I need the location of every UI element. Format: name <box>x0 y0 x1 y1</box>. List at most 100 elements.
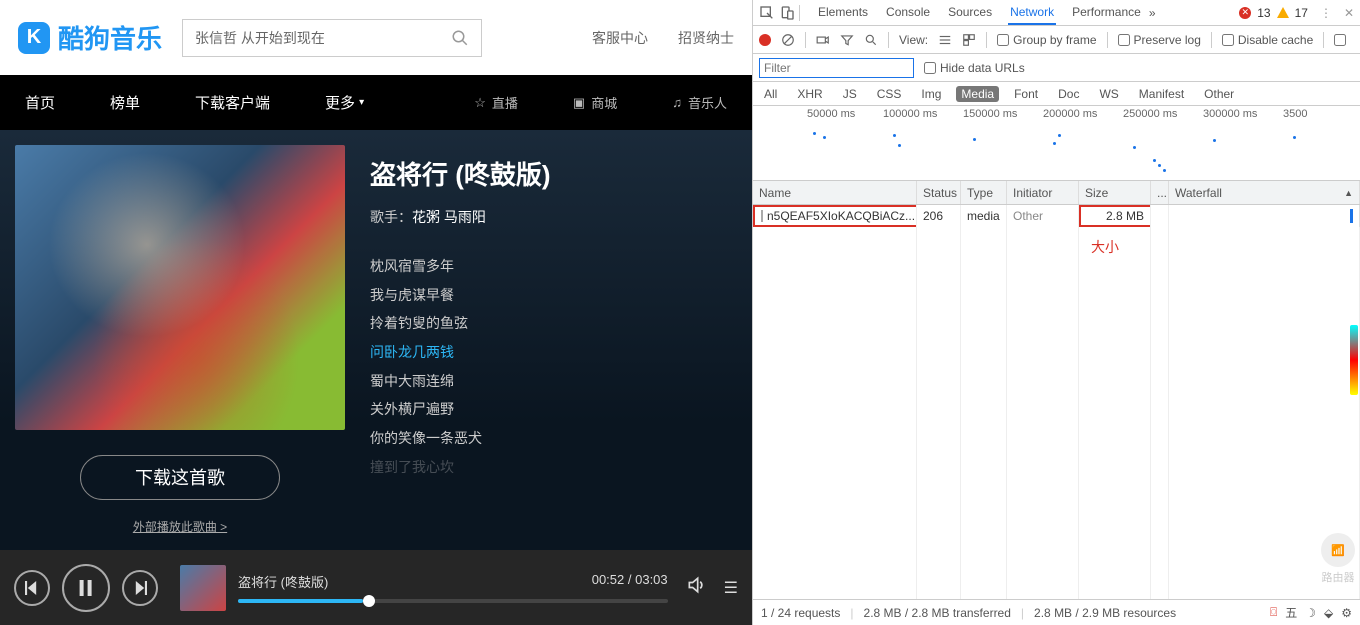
lyric-line: 关外横尸遍野 <box>370 395 551 424</box>
tab-console[interactable]: Console <box>884 1 932 25</box>
devtools-statusbar: 1 / 24 requests | 2.8 MB / 2.8 MB transf… <box>753 599 1360 625</box>
site-logo[interactable]: K 酷狗音乐 <box>18 19 162 56</box>
timeline-dot <box>1293 136 1296 139</box>
external-play-link[interactable]: 外部播放此歌曲 > <box>133 518 227 535</box>
offline-checkbox[interactable] <box>1334 34 1346 46</box>
nav-mall[interactable]: ▣ 商城 <box>573 93 617 112</box>
devtools-menu-icon[interactable]: ⋮ <box>1320 6 1332 20</box>
pause-button[interactable] <box>62 564 110 612</box>
filter-icon[interactable] <box>840 33 854 47</box>
nav-musician[interactable]: ♫ 音乐人 <box>672 93 727 112</box>
filter-doc[interactable]: Doc <box>1053 86 1084 102</box>
filter-js[interactable]: JS <box>838 86 862 102</box>
tab-sources[interactable]: Sources <box>946 1 994 25</box>
view-frame-icon[interactable] <box>962 33 976 47</box>
view-list-icon[interactable] <box>938 33 952 47</box>
search-icon[interactable] <box>864 33 878 47</box>
timeline-tick: 200000 ms <box>1043 108 1097 120</box>
filter-xhr[interactable]: XHR <box>792 86 827 102</box>
lyric-line: 你的笑像一条恶犬 <box>370 424 551 453</box>
link-support[interactable]: 客服中心 <box>592 28 648 48</box>
mini-album-art[interactable] <box>180 565 226 611</box>
ext-moon-icon[interactable]: ☽ <box>1305 606 1316 620</box>
search-box[interactable] <box>182 19 482 57</box>
player-bar: 盗将行 (咚鼓版) 00:52 / 03:03 ☰ <box>0 550 752 625</box>
tab-performance[interactable]: Performance <box>1070 1 1143 25</box>
filter-other[interactable]: Other <box>1199 86 1239 102</box>
devtools-close-icon[interactable]: ✕ <box>1344 6 1354 20</box>
artist-name[interactable]: 花粥 马雨阳 <box>412 209 486 225</box>
col-type[interactable]: Type <box>961 181 1007 204</box>
col-status[interactable]: Status <box>917 181 961 204</box>
nav-home[interactable]: 首页 <box>25 92 55 113</box>
volume-icon[interactable] <box>686 575 706 600</box>
tab-elements[interactable]: Elements <box>816 1 870 25</box>
ext-drop-icon[interactable]: ⬙ <box>1324 606 1333 620</box>
size-annotation: 大小 <box>1085 233 1119 257</box>
hide-data-urls-checkbox[interactable]: Hide data URLs <box>924 61 1025 75</box>
filter-css[interactable]: CSS <box>872 86 907 102</box>
disable-cache-checkbox[interactable]: Disable cache <box>1222 33 1313 47</box>
progress-knob[interactable] <box>363 595 375 607</box>
tabs-overflow[interactable]: » <box>1147 2 1158 24</box>
filter-input[interactable] <box>759 58 914 78</box>
filter-img[interactable]: Img <box>916 86 946 102</box>
download-button[interactable]: 下载这首歌 <box>80 455 280 500</box>
warning-badge <box>1277 7 1289 18</box>
network-table-body: n5QEAF5XIoKACQBiACz... 206 media Other 2… <box>753 205 1360 599</box>
track-title: 盗将行 (咚鼓版) <box>238 572 328 591</box>
search-icon[interactable] <box>451 29 469 47</box>
ext-label[interactable]: 五 <box>1285 604 1297 621</box>
table-row[interactable]: n5QEAF5XIoKACQBiACz... 206 media Other 2… <box>753 205 1360 227</box>
timeline-dot <box>823 136 826 139</box>
tab-network[interactable]: Network <box>1008 1 1056 25</box>
logo-icon: K <box>18 22 50 54</box>
timeline-tick: 100000 ms <box>883 108 937 120</box>
playlist-icon[interactable]: ☰ <box>724 578 738 598</box>
cell-size: 2.8 MB <box>1079 205 1151 227</box>
lyric-line: 拎着钓叟的鱼弦 <box>370 309 551 338</box>
timeline[interactable]: 50000 ms100000 ms150000 ms200000 ms25000… <box>753 106 1360 181</box>
inspect-icon[interactable] <box>759 5 775 21</box>
error-counts[interactable]: ✕13 17 <box>1239 6 1308 20</box>
progress-bar[interactable] <box>238 599 668 603</box>
col-name[interactable]: Name <box>753 181 917 204</box>
nav-more[interactable]: 更多 ▾ <box>325 92 364 113</box>
preserve-log-checkbox[interactable]: Preserve log <box>1118 33 1201 47</box>
ext-paw-icon[interactable]: ⌼ <box>1270 605 1277 620</box>
cell-type: media <box>961 205 1007 227</box>
nav-download[interactable]: 下载客户端 <box>195 92 270 113</box>
filter-media[interactable]: Media <box>956 86 999 102</box>
timeline-tick: 50000 ms <box>807 108 855 120</box>
lyric-line: 问卧龙几两钱 <box>370 338 551 367</box>
track-time: 00:52 / 03:03 <box>592 572 668 591</box>
col-initiator[interactable]: Initiator <box>1007 181 1079 204</box>
filter-font[interactable]: Font <box>1009 86 1043 102</box>
next-button[interactable] <box>122 570 158 606</box>
lyric-line: 枕风宿雪多年 <box>370 252 551 281</box>
cell-more <box>1151 205 1169 227</box>
ext-gear-icon[interactable]: ⚙ <box>1341 606 1352 620</box>
prev-button[interactable] <box>14 570 50 606</box>
timeline-dot <box>893 134 896 137</box>
camera-icon[interactable] <box>816 33 830 47</box>
view-label: View: <box>899 33 928 47</box>
nav-live[interactable]: ☆ 直播 <box>474 93 518 112</box>
col-more[interactable]: ... <box>1151 181 1169 204</box>
clear-icon[interactable] <box>781 33 795 47</box>
filter-manifest[interactable]: Manifest <box>1134 86 1189 102</box>
device-icon[interactable] <box>779 5 795 21</box>
status-resources: 2.8 MB / 2.9 MB resources <box>1034 606 1176 620</box>
extension-tray: ⌼ 五 ☽ ⬙ ⚙ <box>1270 604 1352 621</box>
col-size[interactable]: Size <box>1079 181 1151 204</box>
nav-charts[interactable]: 榜单 <box>110 92 140 113</box>
group-by-frame-checkbox[interactable]: Group by frame <box>997 33 1096 47</box>
cell-waterfall <box>1169 205 1360 227</box>
search-input[interactable] <box>195 30 451 46</box>
filter-ws[interactable]: WS <box>1094 86 1123 102</box>
artist-row: 歌手：花粥 马雨阳 <box>370 207 551 227</box>
record-button[interactable] <box>759 34 771 46</box>
col-waterfall[interactable]: Waterfall▲ <box>1169 181 1360 204</box>
link-careers[interactable]: 招贤纳士 <box>678 28 734 48</box>
filter-all[interactable]: All <box>759 86 782 102</box>
